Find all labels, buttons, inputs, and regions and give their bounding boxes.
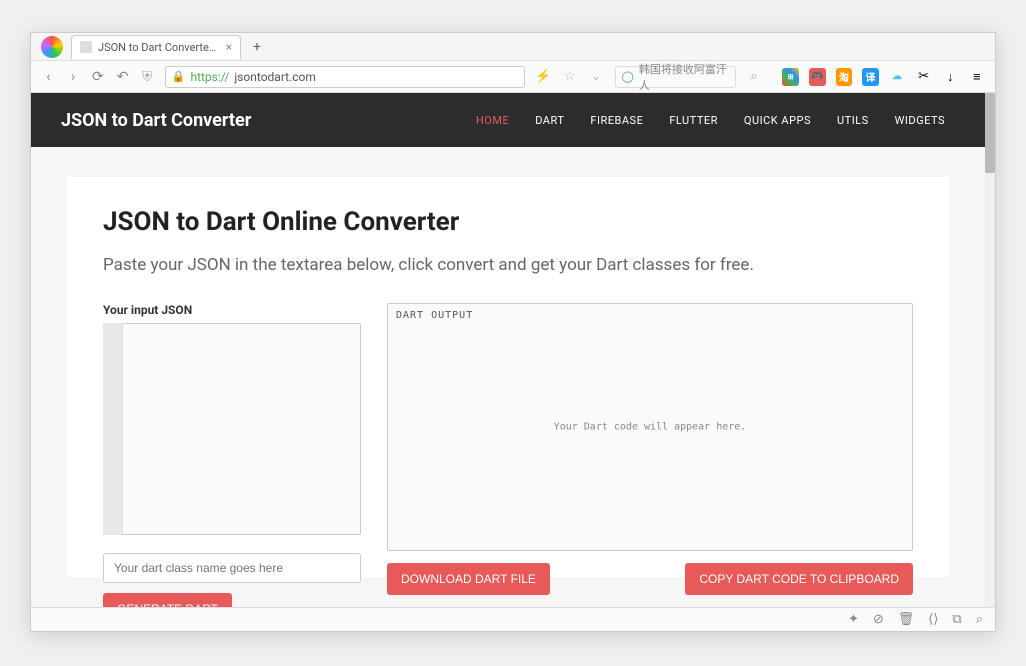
json-input-label: Your input JSON [103,303,361,317]
undo-nav-button[interactable]: ↶ [115,69,130,85]
output-placeholder: Your Dart code will appear here. [554,422,747,433]
nav-link-home[interactable]: HOME [476,114,509,127]
menu-icon[interactable]: ≡ [968,68,985,86]
nav-link-firebase[interactable]: FIREBASE [590,114,643,127]
browser-toolbar: ‹ › ⟳ ↶ ⛨ 🔒 https:// jsontodart.com ⚡ ☆ ⌄… [31,61,995,93]
status-trash-icon[interactable]: 🗑 [898,612,915,627]
forward-button[interactable]: › [66,69,81,85]
status-zoom-icon[interactable]: ⌕ [976,612,983,627]
search-placeholder: 韩国将接收阿富汗人 [639,61,729,93]
lock-icon: 🔒 [172,70,186,83]
dart-output-box[interactable]: DART OUTPUT Your Dart code will appear h… [387,303,913,551]
ext-icon-1[interactable]: ⊞ [782,68,799,86]
ext-icon-5[interactable]: ☁ [889,68,906,86]
json-input[interactable] [103,323,361,535]
content-area: JSON to Dart Converter HOME DART FIREBAS… [31,93,995,607]
search-engine-box[interactable]: ◯ 韩国将接收阿富汗人 [615,66,736,88]
scrollbar-track[interactable] [985,93,995,607]
page-subtitle: Paste your JSON in the textarea below, c… [103,255,913,275]
site-brand[interactable]: JSON to Dart Converter [61,110,251,131]
site-navbar: JSON to Dart Converter HOME DART FIREBAS… [31,93,985,147]
scrollbar-thumb[interactable] [985,93,995,173]
copy-button[interactable]: COPY DART CODE TO CLIPBOARD [685,563,913,595]
download-button[interactable]: DOWNLOAD DART FILE [387,563,550,595]
download-icon[interactable]: ↓ [942,68,959,86]
status-block-icon[interactable]: ⊘ [873,612,884,627]
output-header: DART OUTPUT [396,310,904,321]
page-title: JSON to Dart Online Converter [103,207,913,237]
converter-card: JSON to Dart Online Converter Paste your… [67,177,949,577]
shield-icon[interactable]: ⛨ [140,69,155,85]
new-tab-button[interactable]: + [247,37,267,57]
input-column: Your input JSON GENERATE DART [103,303,361,607]
reload-button[interactable]: ⟳ [91,69,106,85]
status-bar: ✦ ⊘ 🗑 ⟨⟩ ⧉ ⌕ [31,607,995,631]
browser-tab[interactable]: JSON to Dart Converter - Con × [71,35,241,59]
tab-favicon-icon [80,41,92,53]
url-host: jsontodart.com [234,70,316,84]
classname-input[interactable] [103,553,361,583]
nav-link-flutter[interactable]: FLUTTER [669,114,718,127]
nav-link-quickapps[interactable]: QUICK APPS [744,114,811,127]
bookmark-icon[interactable]: ☆ [561,68,578,86]
search-icon[interactable]: ⌕ [746,68,763,86]
status-pin-icon[interactable]: ✦ [848,612,859,627]
line-gutter [103,323,123,535]
output-column: DART OUTPUT Your Dart code will appear h… [387,303,913,607]
url-bar[interactable]: 🔒 https:// jsontodart.com [165,66,525,88]
back-button[interactable]: ‹ [41,69,56,85]
scissors-icon[interactable]: ✂ [915,68,932,86]
ext-icon-4[interactable]: 译 [862,68,879,86]
nav-link-utils[interactable]: UTILS [837,114,869,127]
flash-icon[interactable]: ⚡ [535,68,552,86]
tab-title: JSON to Dart Converter - Con [98,41,220,54]
tab-bar: JSON to Dart Converter - Con × + [31,33,995,61]
nav-links: HOME DART FIREBASE FLUTTER QUICK APPS UT… [476,114,945,127]
search-engine-icon: ◯ [622,70,634,83]
status-window-icon[interactable]: ⧉ [952,612,961,627]
page-body: JSON to Dart Online Converter Paste your… [31,147,985,607]
generate-button[interactable]: GENERATE DART [103,593,232,607]
tab-close-icon[interactable]: × [226,40,232,54]
chevron-down-icon[interactable]: ⌄ [588,68,605,86]
ext-icon-3[interactable]: 淘 [836,68,853,86]
ext-icon-2[interactable]: 🎮 [809,68,826,86]
browser-window: ⧉ — □ × JSON to Dart Converter - Con × +… [30,32,996,632]
status-sound-icon[interactable]: ⟨⟩ [928,612,938,627]
url-protocol: https:// [190,70,229,84]
nav-link-dart[interactable]: DART [535,114,564,127]
nav-link-widgets[interactable]: WIDGETS [895,114,945,127]
browser-logo-icon[interactable] [41,36,63,58]
